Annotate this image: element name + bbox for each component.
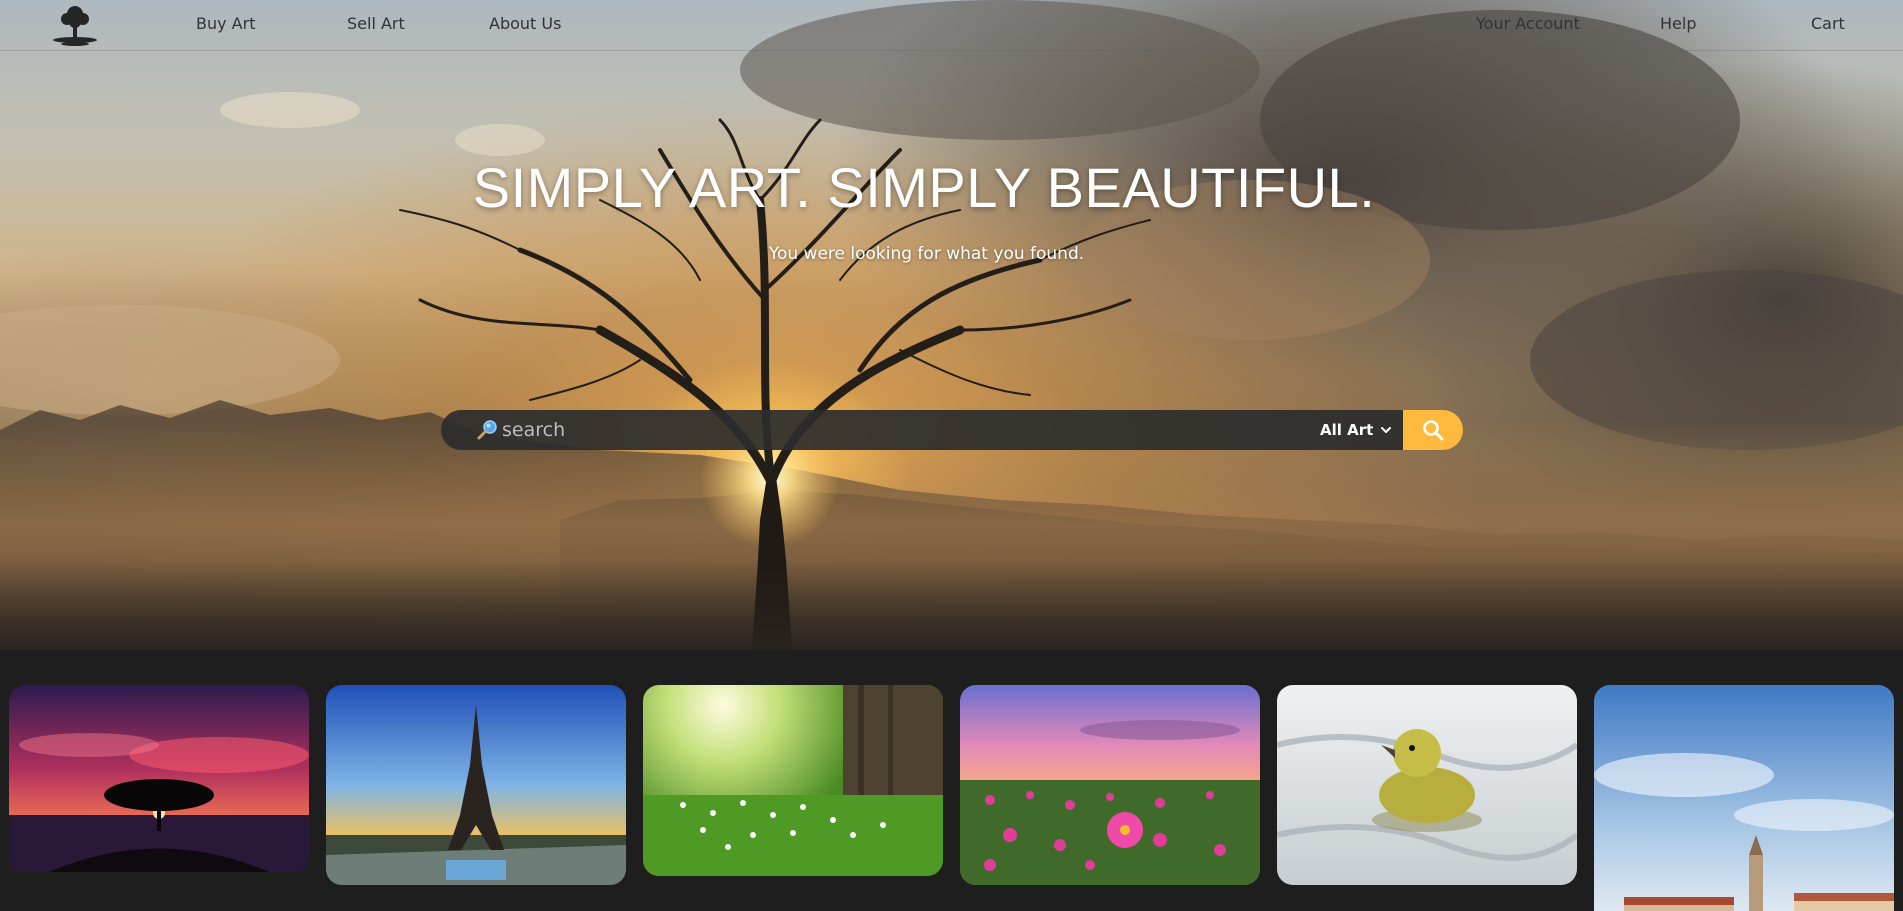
hero-subtitle: You were looking for what you found.	[768, 244, 1085, 264]
chevron-down-icon	[1381, 427, 1392, 433]
hero-title: SIMPLY ART. SIMPLY BEAUTIFUL.	[472, 156, 1376, 219]
nav-cart[interactable]: Cart	[1811, 14, 1845, 33]
nav-your-account[interactable]: Your Account	[1476, 14, 1580, 33]
gallery-card-coastal-town[interactable]	[1594, 685, 1894, 911]
gallery-card-eiffel-tower[interactable]	[326, 685, 626, 885]
category-select-value: All Art	[1320, 421, 1374, 439]
hero-background-image	[0, 0, 1903, 650]
hero-banner: Buy Art Sell Art About Us Your Account H…	[0, 0, 1903, 650]
nav-about-us[interactable]: About Us	[489, 14, 561, 33]
tree-logo-icon[interactable]	[48, 2, 102, 48]
page: Buy Art Sell Art About Us Your Account H…	[0, 0, 1903, 911]
search-magnifier-icon	[476, 418, 500, 442]
nav-help[interactable]: Help	[1660, 14, 1696, 33]
nav-buy-art[interactable]: Buy Art	[196, 14, 255, 33]
nav-sell-art[interactable]: Sell Art	[347, 14, 405, 33]
gallery-card-flower-field[interactable]	[960, 685, 1260, 885]
art-gallery-strip	[0, 650, 1903, 911]
gallery-card-tree-sunset[interactable]	[9, 685, 309, 872]
magnifier-icon	[1423, 420, 1444, 441]
search-input[interactable]	[502, 411, 1302, 449]
gallery-card-duckling[interactable]	[1277, 685, 1577, 885]
top-navigation: Buy Art Sell Art About Us Your Account H…	[0, 0, 1903, 51]
search-button[interactable]	[1403, 410, 1463, 450]
category-select[interactable]: All Art	[1320, 410, 1402, 450]
gallery-card-daisies[interactable]	[643, 685, 943, 876]
